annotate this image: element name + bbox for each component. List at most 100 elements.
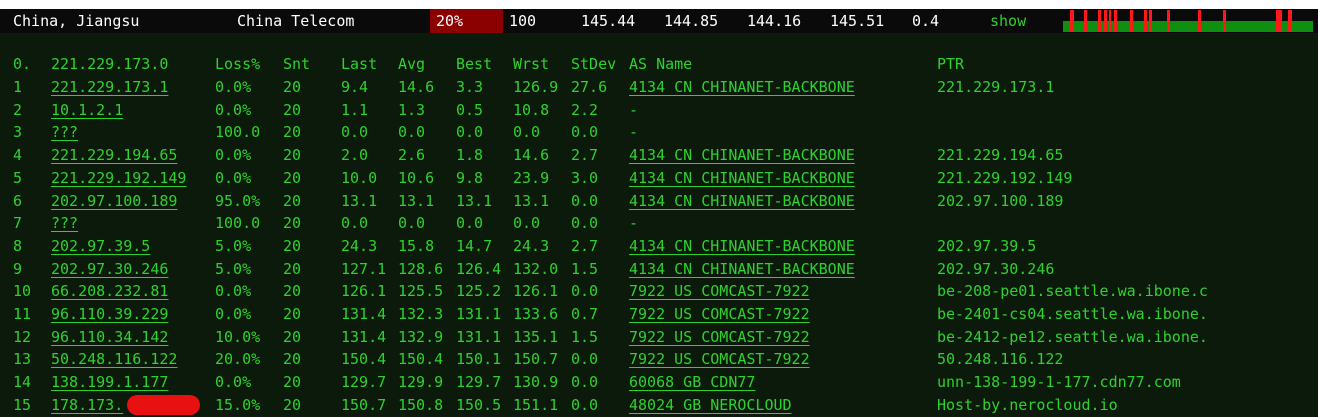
row-host-cell[interactable]: 221.229.192.149 [51, 169, 186, 187]
row-loss-cell: 100.0 [215, 214, 261, 232]
row-host-cell[interactable]: 178.173. [51, 396, 123, 414]
row-ptr-cell: be-2401-cs04.seattle.wa.ibone. [937, 305, 1208, 323]
header-best: Best [456, 55, 493, 73]
row-avg-cell: 128.6 [398, 260, 444, 278]
row-asname-cell[interactable]: 7922 US COMCAST-7922 [629, 328, 810, 346]
row-stdev-cell: 0.0 [571, 282, 599, 300]
row-snt-cell: 20 [283, 305, 302, 323]
row-asname-cell[interactable]: 7922 US COMCAST-7922 [629, 305, 810, 323]
row-avg-cell: 150.4 [398, 350, 444, 368]
row-best-cell: 0.0 [456, 214, 484, 232]
row-snt-cell: 20 [283, 350, 302, 368]
row-last-cell: 127.1 [341, 260, 387, 278]
graph-loss-mark [1167, 10, 1170, 32]
row-asname-cell[interactable]: 4134 CN CHINANET-BACKBONE [629, 237, 855, 255]
row-host-cell[interactable]: 66.208.232.81 [51, 282, 168, 300]
row-last-cell: 9.4 [341, 78, 369, 96]
row-host-cell[interactable]: 96.110.39.229 [51, 305, 168, 323]
graph-loss-mark [1098, 10, 1101, 32]
row-hop-cell: 11 [13, 305, 32, 323]
row-last-cell: 126.1 [341, 282, 387, 300]
row-last-cell: 10.0 [341, 169, 378, 187]
row-snt-cell: 20 [283, 328, 302, 346]
row-loss-cell: 95.0% [215, 192, 261, 210]
row-asname-cell[interactable]: 4134 CN CHINANET-BACKBONE [629, 192, 855, 210]
row-last-cell: 129.7 [341, 373, 387, 391]
row-wrst-cell: 150.7 [513, 350, 559, 368]
row-asname-cell: - [629, 214, 639, 232]
row-host-cell[interactable]: 10.1.2.1 [51, 101, 123, 119]
row-avg-cell: 2.6 [398, 146, 426, 164]
row-avg-cell: 125.5 [398, 282, 444, 300]
row-best-cell: 0.5 [456, 101, 484, 119]
row-wrst-cell: 130.9 [513, 373, 559, 391]
header-ptr: PTR [937, 55, 965, 73]
row-last-cell: 24.3 [341, 237, 378, 255]
graph-loss-mark [1288, 10, 1292, 32]
row-stdev-cell: 0.0 [571, 350, 599, 368]
row-wrst-cell: 133.6 [513, 305, 559, 323]
redaction-mark [127, 395, 200, 415]
row-snt-cell: 20 [283, 123, 302, 141]
row-asname-cell[interactable]: 4134 CN CHINANET-BACKBONE [629, 146, 855, 164]
row-host-cell[interactable]: 202.97.100.189 [51, 192, 177, 210]
row-host-cell[interactable]: ??? [51, 123, 78, 141]
row-wrst-cell: 24.3 [513, 237, 550, 255]
row-host-cell[interactable]: 221.229.173.1 [51, 78, 168, 96]
row-asname-cell[interactable]: 48024 GB NEROCLOUD [629, 396, 792, 414]
row-best-cell: 13.1 [456, 192, 493, 210]
row-host-cell[interactable]: 96.110.34.142 [51, 328, 168, 346]
row-best-cell: 150.5 [456, 396, 502, 414]
loss-badge: 20% [430, 9, 503, 33]
row-asname-cell[interactable]: 60068 GB CDN77 [629, 373, 755, 391]
worst-value: 145.51 [830, 12, 885, 30]
row-avg-cell: 129.9 [398, 373, 444, 391]
row-host-cell[interactable]: 202.97.39.5 [51, 237, 150, 255]
graph-loss-mark [1149, 10, 1152, 32]
row-stdev-cell: 27.6 [571, 78, 608, 96]
row-stdev-cell: 1.5 [571, 328, 599, 346]
row-host-cell[interactable]: 138.199.1.177 [51, 373, 168, 391]
row-host-cell[interactable]: ??? [51, 214, 78, 232]
row-wrst-cell: 151.1 [513, 396, 559, 414]
row-loss-cell: 15.0% [215, 396, 261, 414]
row-best-cell: 150.1 [456, 350, 502, 368]
row-last-cell: 0.0 [341, 123, 369, 141]
row-host-cell[interactable]: 221.229.194.65 [51, 146, 177, 164]
row-hop-cell: 1 [13, 78, 23, 96]
row-snt-cell: 20 [283, 78, 302, 96]
summary-bar: China, Jiangsu China Telecom 20% 100 145… [0, 9, 1318, 33]
row-wrst-cell: 14.6 [513, 146, 550, 164]
row-stdev-cell: 2.7 [571, 237, 599, 255]
row-stdev-cell: 2.7 [571, 146, 599, 164]
row-asname-cell[interactable]: 7922 US COMCAST-7922 [629, 350, 810, 368]
graph-loss-mark [1070, 10, 1074, 32]
show-link[interactable]: show [990, 12, 1026, 30]
row-avg-cell: 10.6 [398, 169, 435, 187]
row-avg-cell: 1.3 [398, 101, 426, 119]
row-wrst-cell: 132.0 [513, 260, 559, 278]
row-asname-cell: - [629, 123, 639, 141]
row-best-cell: 0.0 [456, 123, 484, 141]
sent-value: 100 [509, 12, 537, 30]
row-best-cell: 126.4 [456, 260, 502, 278]
row-stdev-cell: 2.2 [571, 101, 599, 119]
row-asname-cell[interactable]: 4134 CN CHINANET-BACKBONE [629, 78, 855, 96]
row-asname-cell[interactable]: 4134 CN CHINANET-BACKBONE [629, 169, 855, 187]
row-avg-cell: 13.1 [398, 192, 435, 210]
row-stdev-cell: 0.0 [571, 214, 599, 232]
row-wrst-cell: 10.8 [513, 101, 550, 119]
row-stdev-cell: 0.0 [571, 123, 599, 141]
row-last-cell: 150.7 [341, 396, 387, 414]
row-hop-cell: 13 [13, 350, 32, 368]
row-snt-cell: 20 [283, 214, 302, 232]
graph-loss-mark [1276, 10, 1282, 32]
row-asname-cell[interactable]: 4134 CN CHINANET-BACKBONE [629, 260, 855, 278]
mtr-table: 0. 221.229.173.0 Loss% Snt Last Avg Best… [0, 33, 1318, 417]
row-asname-cell[interactable]: 7922 US COMCAST-7922 [629, 282, 810, 300]
row-host-cell[interactable]: 202.97.30.246 [51, 260, 168, 278]
row-best-cell: 9.8 [456, 169, 484, 187]
row-avg-cell: 132.3 [398, 305, 444, 323]
row-host-cell[interactable]: 50.248.116.122 [51, 350, 177, 368]
row-ptr-cell: 202.97.39.5 [937, 237, 1037, 255]
